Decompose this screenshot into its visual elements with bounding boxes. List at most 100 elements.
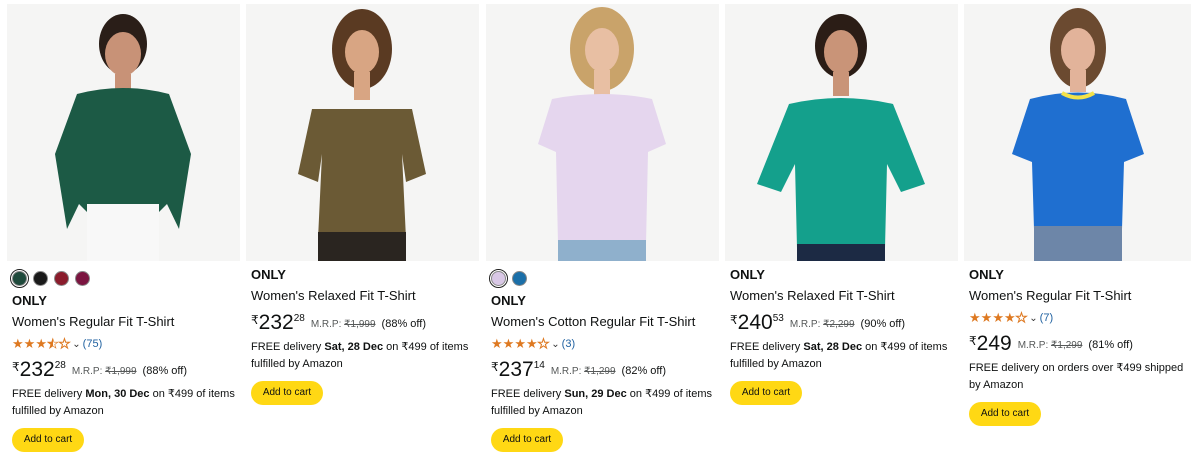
star-icon: ★ <box>980 310 993 325</box>
product-title[interactable]: Women's Regular Fit T-Shirt <box>969 287 1191 305</box>
product-title[interactable]: Women's Relaxed Fit T-Shirt <box>730 287 958 305</box>
mrp-label: M.R.P: <box>71 366 103 377</box>
product-card[interactable]: ONLY Women's Relaxed Fit T-Shirt ₹ 232 2… <box>246 4 479 464</box>
delivery-date: Mon, 30 Dec <box>85 388 150 400</box>
product-image[interactable] <box>7 4 240 261</box>
delivery-prefix: FREE delivery <box>251 341 325 353</box>
rating-count[interactable]: (7) <box>1040 312 1053 324</box>
product-image[interactable] <box>246 4 479 261</box>
mrp: M.R.P: ₹1,999 <box>311 319 376 330</box>
rating-count[interactable]: (3) <box>562 338 575 350</box>
delivery-date: Sat, 28 Dec <box>803 341 863 353</box>
product-card[interactable]: ONLY Women's Relaxed Fit T-Shirt ₹ 240 5… <box>725 4 958 464</box>
currency-symbol: ₹ <box>251 313 259 327</box>
star-rating: ★ ★ ★ ★ ★ <box>12 336 71 351</box>
discount: (90% off) <box>860 318 905 330</box>
price-row: ₹ 232 28 M.R.P: ₹1,999 (88% off) <box>12 358 240 384</box>
delivery-info: FREE delivery Sun, 29 Dec on ₹499 of ite… <box>491 386 719 420</box>
mrp: M.R.P: ₹1,999 <box>72 366 137 377</box>
star-icon: ★ <box>537 336 550 351</box>
add-to-cart-button[interactable]: Add to cart <box>251 381 323 405</box>
star-icon: ★ <box>46 336 59 351</box>
product-card[interactable]: ONLY Women's Regular Fit T-Shirt ★ ★ ★ ★ ★ ⌄… <box>964 4 1191 464</box>
star-icon: ★ <box>514 336 526 351</box>
delivery-prefix: FREE delivery <box>730 341 804 353</box>
star-rating: ★ ★ ★ ★ ★ <box>969 310 1028 325</box>
mrp-value: ₹1,999 <box>344 319 376 330</box>
product-brand: ONLY <box>491 293 526 308</box>
delivery-info: FREE delivery Mon, 30 Dec on ₹499 of ite… <box>12 386 240 420</box>
add-to-cart-button[interactable]: Add to cart <box>12 428 84 452</box>
chevron-down-icon[interactable]: ⌄ <box>551 339 559 350</box>
price-whole: 249 <box>976 332 1012 355</box>
product-rating[interactable]: ★ ★ ★ ★ ★ ⌄ (75) <box>12 334 240 354</box>
product-brand: ONLY <box>251 267 286 282</box>
rating-count[interactable]: (75) <box>83 338 103 350</box>
mrp-label: M.R.P: <box>310 319 342 330</box>
add-to-cart-button[interactable]: Add to cart <box>730 381 802 405</box>
mrp-value: ₹1,299 <box>1051 340 1083 351</box>
product-image[interactable] <box>486 4 719 261</box>
color-swatch[interactable] <box>75 270 90 286</box>
color-swatch[interactable] <box>33 270 48 286</box>
delivery-prefix: FREE delivery <box>491 388 565 400</box>
mrp-value: ₹1,299 <box>584 366 616 377</box>
product-title[interactable]: Women's Regular Fit T-Shirt <box>12 313 240 331</box>
price-whole: 232 <box>19 358 55 381</box>
star-icon: ★ <box>502 336 515 351</box>
delivery-prefix: FREE delivery <box>12 388 86 400</box>
mrp: M.R.P: ₹2,299 <box>790 319 855 330</box>
discount: (82% off) <box>621 365 666 377</box>
product-card[interactable]: ONLY Women's Cotton Regular Fit T-Shirt … <box>486 4 719 464</box>
chevron-down-icon[interactable]: ⌄ <box>72 339 80 350</box>
mrp-label: M.R.P: <box>1017 340 1049 351</box>
star-icon: ★ <box>1015 310 1028 325</box>
star-icon: ★ <box>23 336 36 351</box>
product-rating[interactable]: ★ ★ ★ ★ ★ ⌄ (3) <box>491 334 719 354</box>
color-swatch[interactable] <box>54 270 69 286</box>
mrp-label: M.R.P: <box>789 319 821 330</box>
star-rating: ★ ★ ★ ★ ★ <box>491 336 550 351</box>
product-image[interactable] <box>725 4 958 261</box>
product-title[interactable]: Women's Relaxed Fit T-Shirt <box>251 287 479 305</box>
delivery-info: FREE delivery on orders over ₹499 shippe… <box>969 360 1189 394</box>
delivery-info: FREE delivery Sat, 28 Dec on ₹499 of ite… <box>730 339 958 373</box>
price-fraction: 14 <box>533 360 545 371</box>
price-whole: 232 <box>258 311 294 334</box>
color-swatch[interactable] <box>512 270 527 286</box>
price-whole: 237 <box>498 358 534 381</box>
add-to-cart-button[interactable]: Add to cart <box>969 402 1041 426</box>
product-brand: ONLY <box>730 267 765 282</box>
product-brand: ONLY <box>12 293 47 308</box>
discount: (88% off) <box>142 365 187 377</box>
product-card[interactable]: ONLY Women's Regular Fit T-Shirt ★ ★ ★ ★ ★ ⌄… <box>7 4 240 464</box>
mrp-label: M.R.P: <box>550 366 582 377</box>
product-image[interactable] <box>964 4 1191 261</box>
discount: (88% off) <box>381 318 426 330</box>
product-title[interactable]: Women's Cotton Regular Fit T-Shirt <box>491 313 719 331</box>
delivery-info: FREE delivery Sat, 28 Dec on ₹499 of ite… <box>251 339 479 373</box>
currency-symbol: ₹ <box>730 313 738 327</box>
mrp-value: ₹1,999 <box>105 366 137 377</box>
star-icon: ★ <box>1003 310 1016 325</box>
price-row: ₹ 240 53 M.R.P: ₹2,299 (90% off) <box>730 311 958 337</box>
star-icon: ★ <box>491 336 503 351</box>
price-fraction: 28 <box>293 313 305 324</box>
mrp-value: ₹2,299 <box>823 319 855 330</box>
add-to-cart-button[interactable]: Add to cart <box>491 428 563 452</box>
price-whole: 240 <box>737 311 773 334</box>
price-row: ₹ 237 14 M.R.P: ₹1,299 (82% off) <box>491 358 719 384</box>
star-icon: ★ <box>12 336 24 351</box>
currency-symbol: ₹ <box>12 360 20 374</box>
price-row: ₹ 232 28 M.R.P: ₹1,999 (88% off) <box>251 311 479 337</box>
color-swatch[interactable] <box>489 268 508 288</box>
product-rating[interactable]: ★ ★ ★ ★ ★ ⌄ (7) <box>969 308 1191 328</box>
mrp: M.R.P: ₹1,299 <box>1018 340 1083 351</box>
star-icon: ★ <box>525 336 538 351</box>
discount: (81% off) <box>1088 339 1133 351</box>
price-row: ₹ 249 M.R.P: ₹1,299 (81% off) <box>969 332 1191 358</box>
delivery-prefix: FREE delivery on orders over ₹499 shippe… <box>969 362 1184 391</box>
chevron-down-icon[interactable]: ⌄ <box>1029 313 1037 324</box>
star-icon: ★ <box>969 310 981 325</box>
color-swatch[interactable] <box>10 268 29 288</box>
